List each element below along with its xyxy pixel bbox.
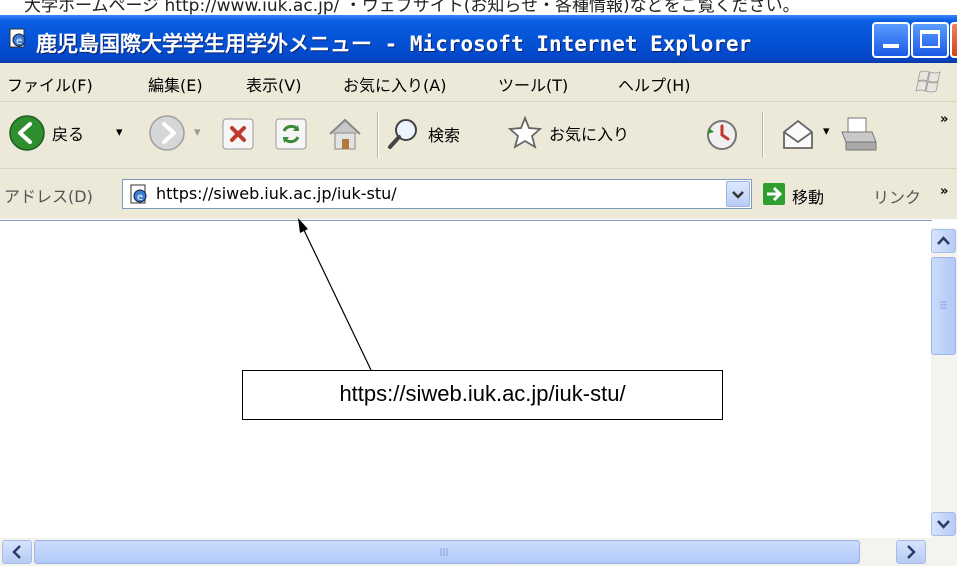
address-url[interactable]: https://siweb.iuk.ac.jp/iuk-stu/ <box>156 184 397 203</box>
scroll-left-button[interactable] <box>2 540 32 564</box>
window-title: 鹿児島国際大学学生用学外メニュー - Microsoft Internet Ex… <box>36 32 752 56</box>
stop-icon[interactable] <box>221 117 255 151</box>
chevron-left-icon <box>12 545 21 559</box>
scroll-down-button[interactable] <box>931 512 956 536</box>
maximize-icon <box>920 30 940 48</box>
chevron-right-icon <box>907 545 916 559</box>
page-icon: e <box>130 184 147 204</box>
favorites-label: お気に入り <box>549 125 630 144</box>
back-dropdown-icon[interactable]: ▾ <box>116 125 123 140</box>
links-overflow-icon[interactable]: » <box>940 184 948 199</box>
address-dropdown-button[interactable] <box>726 181 750 207</box>
links-label[interactable]: リンク <box>873 184 921 208</box>
forward-arrow-icon <box>149 115 185 151</box>
home-icon[interactable] <box>326 116 364 152</box>
search-icon <box>388 119 417 149</box>
callout-text: https://siweb.iuk.ac.jp/iuk-stu/ <box>339 381 626 406</box>
menu-tools[interactable]: ツール(T) <box>498 72 568 96</box>
menu-help[interactable]: ヘルプ(H) <box>618 72 691 96</box>
toolbar-separator <box>762 112 763 158</box>
address-label: アドレス(D) <box>4 187 93 206</box>
menu-file[interactable]: ファイル(F) <box>7 72 93 96</box>
scroll-right-button[interactable] <box>896 540 926 564</box>
chevron-down-icon <box>732 191 744 199</box>
go-arrow-icon <box>767 186 783 202</box>
minimize-button[interactable] <box>872 22 910 58</box>
back-label: 戻る <box>52 125 85 144</box>
menu-view[interactable]: 表示(V) <box>246 72 301 96</box>
scroll-up-button[interactable] <box>931 229 956 253</box>
search-label: 検索 <box>428 126 461 145</box>
mail-icon[interactable] <box>780 118 820 152</box>
vertical-scroll-thumb[interactable] <box>931 257 956 355</box>
refresh-icon[interactable] <box>274 117 308 151</box>
print-icon[interactable] <box>838 116 880 154</box>
horizontal-scroll-thumb[interactable] <box>34 540 860 564</box>
forward-button[interactable] <box>148 114 186 152</box>
toolbar-overflow-icon[interactable]: » <box>940 112 948 127</box>
grip-icon <box>940 301 947 309</box>
chevron-up-icon <box>937 236 950 245</box>
url-callout: https://siweb.iuk.ac.jp/iuk-stu/ <box>242 370 723 420</box>
back-arrow-icon <box>9 115 45 151</box>
search-button[interactable]: 検索 <box>386 116 460 152</box>
minimize-icon <box>883 44 899 48</box>
close-button[interactable]: ✕ <box>950 22 957 58</box>
chevron-down-icon <box>937 520 950 529</box>
svg-text:e: e <box>137 192 143 203</box>
menu-edit[interactable]: 編集(E) <box>148 72 203 96</box>
ie-page-icon[interactable]: e <box>7 27 29 49</box>
mail-dropdown-icon[interactable]: ▾ <box>823 124 830 139</box>
grip-icon <box>440 548 448 556</box>
menu-favorites[interactable]: お気に入り(A) <box>343 72 446 96</box>
forward-dropdown-icon[interactable]: ▾ <box>194 125 201 140</box>
document-text: 大学ホームページ http://www.iuk.ac.jp/ ・ウェブサイト(お… <box>24 0 800 16</box>
menu-bar: ファイル(F) 編集(E) 表示(V) お気に入り(A) ツール(T) ヘルプ(… <box>0 63 957 102</box>
maximize-button[interactable] <box>911 22 949 58</box>
star-icon <box>507 115 543 149</box>
history-icon[interactable] <box>703 116 741 154</box>
windows-logo-icon <box>915 70 941 93</box>
go-button[interactable] <box>763 183 785 205</box>
svg-text:e: e <box>16 36 22 47</box>
toolbar-separator <box>377 112 378 158</box>
back-button[interactable]: 戻る <box>8 114 84 152</box>
favorites-button[interactable]: お気に入り <box>507 115 629 151</box>
go-label[interactable]: 移動 <box>792 184 824 208</box>
document-text-strip: 大学ホームページ http://www.iuk.ac.jp/ ・ウェブサイト(お… <box>0 0 957 16</box>
